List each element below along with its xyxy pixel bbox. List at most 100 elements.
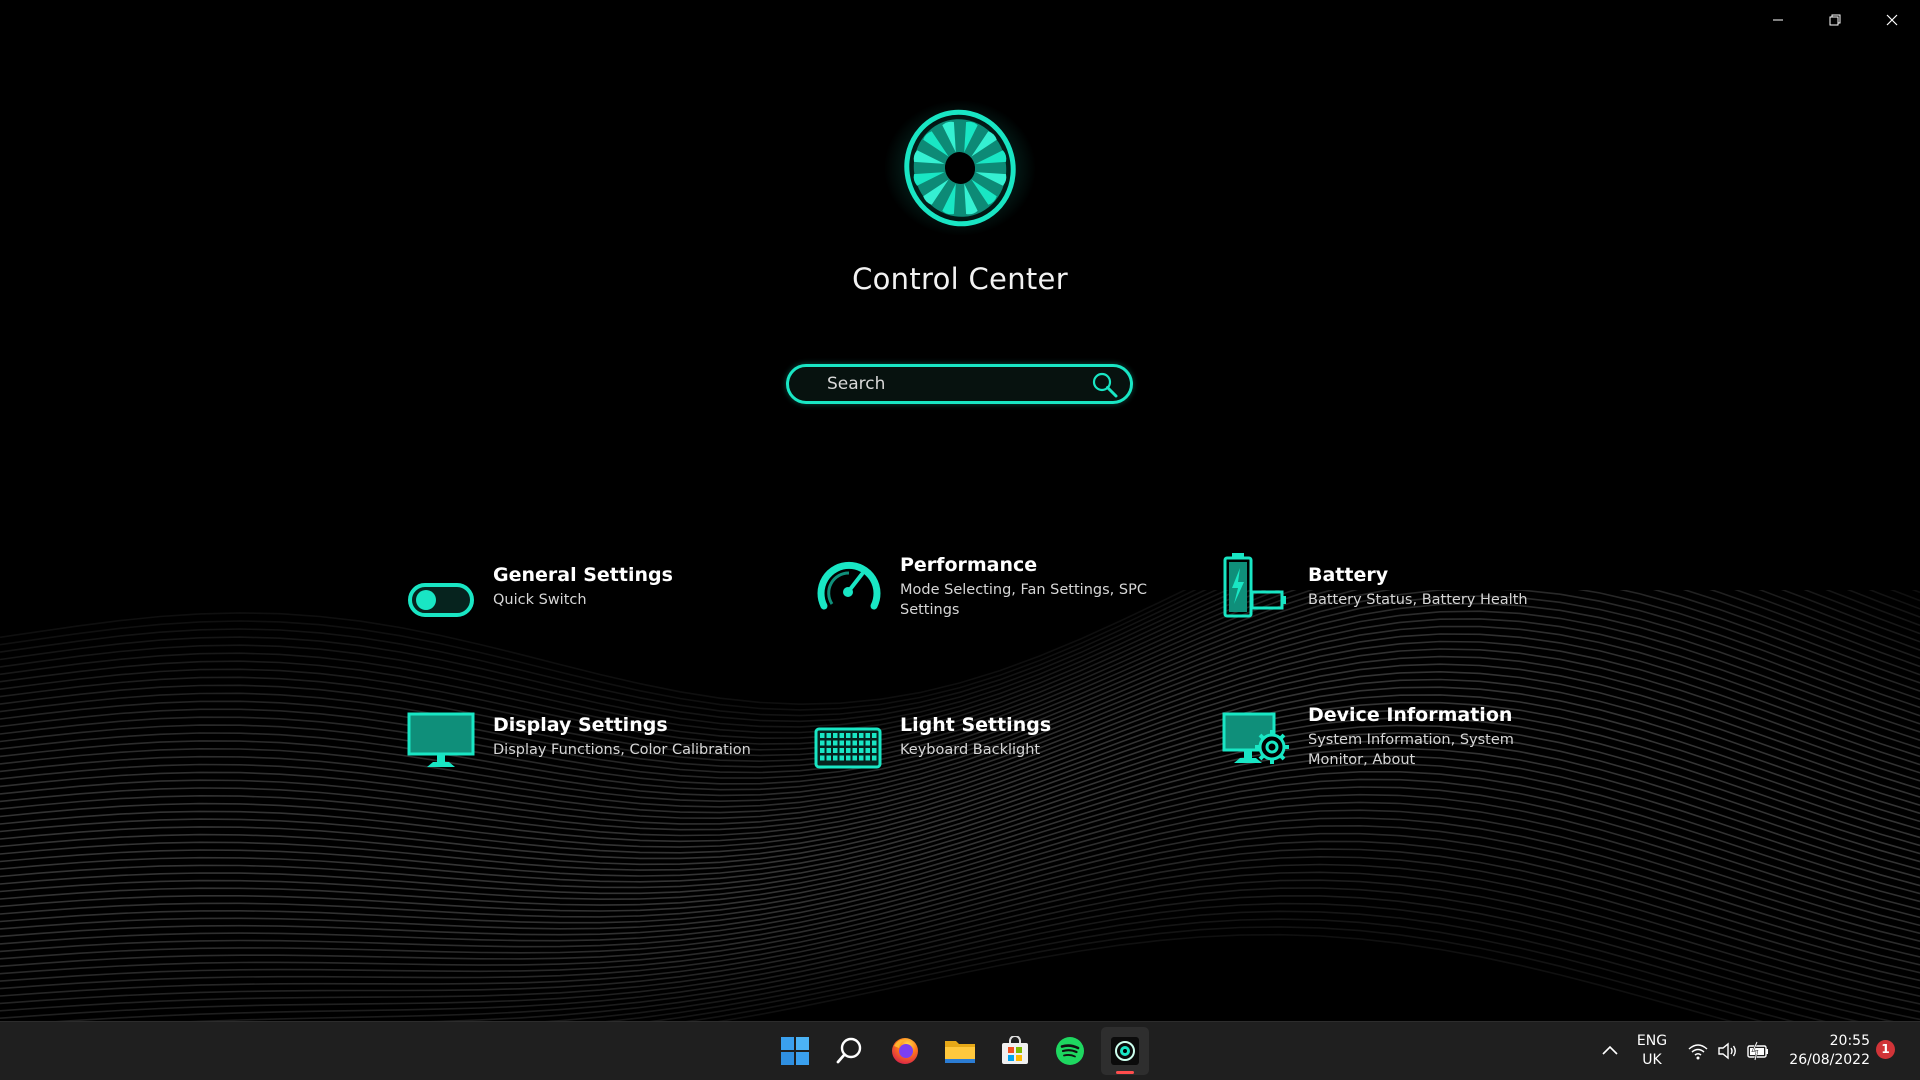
language-line2: UK: [1642, 1052, 1662, 1068]
page-title: Control Center: [852, 262, 1068, 296]
tile-title: General Settings: [493, 564, 673, 586]
keyboard-key: [872, 733, 877, 738]
search-icon[interactable]: [1090, 370, 1120, 400]
wave-line: [0, 817, 1920, 968]
wave-line: [0, 778, 1920, 930]
tile-title: Light Settings: [900, 714, 1052, 736]
keyboard-key: [826, 740, 831, 746]
clock-date: 26/08/2022: [1789, 1052, 1870, 1068]
keyboard-key: [833, 733, 838, 738]
tile-display-settings[interactable]: Display Settings Display Functions, Colo…: [407, 700, 787, 790]
taskbar: ENG UK 20:55 26/08/2022: [0, 1021, 1920, 1080]
chevron-up-icon[interactable]: [1598, 1039, 1622, 1063]
tile-title: Performance: [900, 554, 1038, 576]
keyboard-key: [865, 755, 870, 761]
keyboard-key: [865, 740, 870, 746]
toggle-switch-icon: [408, 583, 474, 617]
tile-title: Device Information: [1308, 704, 1513, 726]
keyboard-key: [820, 733, 825, 738]
tile-battery[interactable]: Battery Battery Status, Battery Health: [1222, 550, 1602, 640]
keyboard-key: [820, 755, 825, 761]
volume-icon[interactable]: [1716, 1039, 1740, 1063]
speedometer-icon: [817, 561, 881, 610]
minimize-icon: [1772, 19, 1783, 21]
taskbar-firefox[interactable]: [881, 1027, 929, 1075]
battery-charging-icon[interactable]: [1746, 1039, 1770, 1063]
wave-line: [0, 840, 1920, 990]
taskbar-start-button[interactable]: [771, 1027, 819, 1075]
keyboard-key: [852, 755, 857, 761]
restore-icon: [1829, 14, 1840, 26]
battery-icon: [1223, 553, 1286, 618]
notification-badge[interactable]: 1: [1876, 1040, 1895, 1059]
keyboard-key: [833, 755, 838, 761]
keyboard-key: [872, 755, 877, 761]
firefox-icon: [892, 1038, 918, 1064]
keyboard-key: [846, 740, 851, 746]
keyboard-key: [820, 748, 825, 753]
taskbar-file-explorer[interactable]: [936, 1027, 984, 1075]
wave-line: [429, 895, 1894, 1021]
tile-subtitle: Mode Selecting, Fan Settings, SPC Settin…: [900, 582, 1147, 618]
window-controls: [1749, 0, 1920, 40]
keyboard-key: [859, 733, 864, 738]
store-icon: [1002, 1036, 1028, 1064]
keyboard-key: [852, 733, 857, 738]
close-button[interactable]: [1863, 0, 1920, 40]
keyboard-key: [833, 748, 838, 753]
taskbar-control-center[interactable]: [1101, 1027, 1149, 1075]
fan-icon: [884, 100, 1036, 236]
keyboard-key: [826, 733, 831, 738]
tile-subtitle: Display Functions, Color Calibration: [493, 742, 751, 758]
keyboard-key: [839, 755, 844, 761]
tile-device-information[interactable]: Device Information System Information, S…: [1222, 700, 1602, 790]
taskbar-search-button[interactable]: [826, 1027, 874, 1075]
keyboard-key: [820, 740, 825, 746]
search-icon: [836, 1037, 862, 1064]
keyboard-key: [872, 740, 877, 746]
taskbar-microsoft-store[interactable]: [991, 1027, 1039, 1075]
taskbar-spotify[interactable]: [1046, 1027, 1094, 1075]
tile-subtitle: Quick Switch: [493, 592, 587, 608]
search-input[interactable]: [825, 373, 1075, 395]
keyboard-key: [846, 748, 851, 753]
keyboard-key: [859, 740, 864, 746]
keyboard-key: [839, 748, 844, 753]
keyboard-key: [839, 740, 844, 746]
keyboard-key: [859, 748, 864, 753]
keyboard-key: [826, 755, 831, 761]
app-logo: [880, 100, 1040, 240]
windows-start-icon: [781, 1037, 809, 1065]
monitor-icon: [407, 712, 475, 767]
keyboard-key: [865, 748, 870, 753]
keyboard-key: [826, 748, 831, 753]
search-box[interactable]: [786, 364, 1133, 404]
language-line1: ENG: [1636, 1033, 1668, 1049]
tile-performance[interactable]: Performance Mode Selecting, Fan Settings…: [814, 550, 1194, 640]
wifi-icon[interactable]: [1686, 1039, 1710, 1063]
tile-subtitle: Battery Status, Battery Health: [1308, 592, 1528, 608]
tile-general-settings[interactable]: General Settings Quick Switch: [407, 550, 787, 640]
clock[interactable]: 20:55 26/08/2022: [1778, 1032, 1870, 1070]
control-center-icon: [1111, 1037, 1139, 1065]
minimize-button[interactable]: [1749, 0, 1806, 40]
keyboard-icon: [814, 727, 882, 769]
keyboard-key: [865, 733, 870, 738]
control-center-window: Control Center General Settings Quick Sw…: [0, 0, 1920, 1021]
close-icon: [1886, 14, 1897, 26]
wave-line: [0, 863, 1920, 1012]
clock-time: 20:55: [1829, 1033, 1870, 1049]
keyboard-key: [846, 755, 851, 761]
monitor-gear-icon: [1222, 712, 1289, 764]
tile-title: Display Settings: [493, 714, 668, 736]
keyboard-key: [852, 740, 857, 746]
keyboard-key: [852, 748, 857, 753]
keyboard-key: [846, 733, 851, 738]
wave-line: [0, 793, 1920, 945]
language-indicator[interactable]: ENG UK: [1630, 1032, 1674, 1070]
tile-light-settings[interactable]: Light Settings Keyboard Backlight: [814, 700, 1194, 790]
restore-button[interactable]: [1806, 0, 1863, 40]
keyboard-key: [872, 748, 877, 753]
keyboard-key: [833, 740, 838, 746]
folder-icon: [945, 1041, 975, 1063]
